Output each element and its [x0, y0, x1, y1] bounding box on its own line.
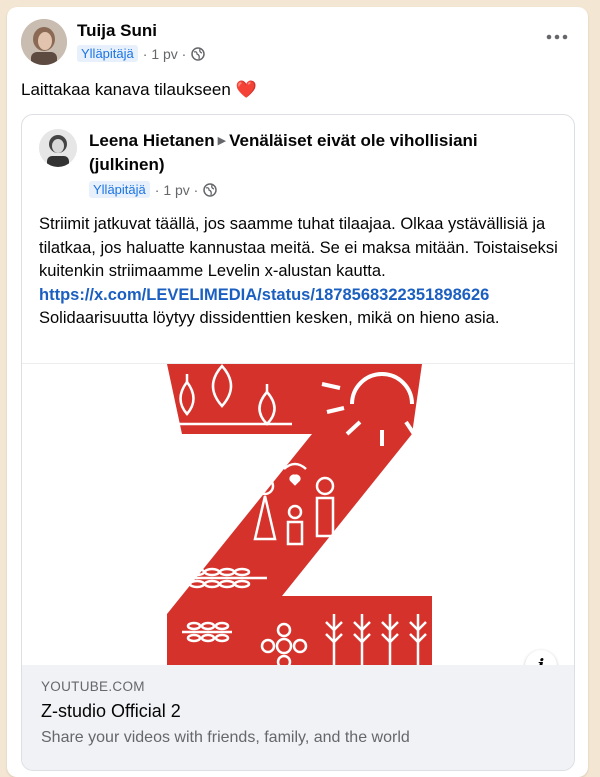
heart-emoji: ❤️ — [235, 80, 257, 99]
video-thumbnail[interactable] — [22, 363, 574, 666]
shared-author-avatar[interactable] — [39, 129, 77, 167]
link-preview-footer[interactable]: YOUTUBE.COM Z-studio Official 2 Share yo… — [22, 665, 574, 770]
shared-meta: Ylläpitäjä · 1 pv · — [89, 181, 218, 198]
post-card: Tuija Suni Ylläpitäjä · 1 pv · Laittakaa… — [7, 7, 588, 777]
link-description: Share your videos with friends, family, … — [41, 729, 410, 746]
shared-post-body: Striimit jatkuvat täällä, jos saamme tuh… — [39, 213, 559, 331]
post-meta: Ylläpitäjä · 1 pv · — [77, 45, 206, 62]
post-time[interactable]: · 1 pv · — [143, 46, 187, 62]
shared-admin-badge: Ylläpitäjä — [89, 181, 150, 198]
shared-post[interactable]: Leena Hietanen ▶ Venäläiset eivät ole viho… — [21, 114, 575, 771]
admin-badge: Ylläpitäjä — [77, 45, 138, 62]
post-text: Laittakaa kanava tilaukseen ❤️ — [21, 80, 257, 100]
globe-icon — [191, 46, 206, 61]
caret-right-icon: ▶ — [217, 135, 227, 147]
link-title[interactable]: Z-studio Official 2 — [41, 701, 181, 722]
globe-icon — [203, 182, 218, 197]
shared-post-title: Leena Hietanen ▶ Venäläiset eivät ole viho… — [89, 129, 549, 176]
author-avatar[interactable] — [21, 19, 67, 65]
post-author[interactable]: Tuija Suni — [77, 21, 157, 41]
shared-body-text-2: Solidaarisuutta löytyy dissidenttien kes… — [39, 309, 500, 327]
post-text-content: Laittakaa kanava tilaukseen — [21, 80, 231, 99]
shared-body-link[interactable]: https://x.com/LEVELIMEDIA/status/1878568… — [39, 286, 489, 304]
more-options-icon[interactable] — [544, 29, 570, 45]
shared-body-text: Striimit jatkuvat täällä, jos saamme tuh… — [39, 215, 558, 280]
shared-time[interactable]: · 1 pv · — [155, 182, 199, 198]
shared-author[interactable]: Leena Hietanen — [89, 131, 215, 150]
link-domain: YOUTUBE.COM — [41, 679, 145, 694]
